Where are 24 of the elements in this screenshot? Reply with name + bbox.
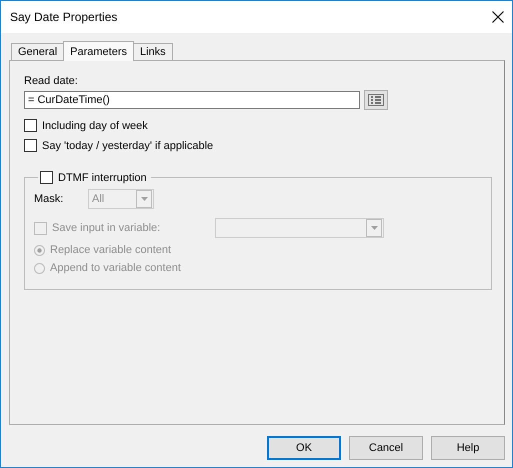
field-label: Read date: (24, 75, 79, 87)
checkbox-label: Say 'today / yesterday' if applicable (42, 140, 214, 152)
caret-icon (140, 197, 148, 201)
tab[interactable]: General (11, 43, 64, 60)
tab[interactable]: Links (133, 43, 173, 60)
checkbox[interactable] (40, 171, 53, 184)
dialog-button[interactable]: OK (267, 436, 341, 460)
checkbox[interactable] (24, 119, 37, 132)
field-label: Mask: (34, 193, 64, 205)
checkbox[interactable] (24, 139, 37, 152)
checkbox-label: Save input in variable: (52, 222, 160, 234)
checkbox-label: Including day of week (42, 120, 148, 132)
list-icon (368, 94, 384, 106)
dialog-button[interactable]: Cancel (349, 436, 423, 460)
picker-button[interactable] (364, 90, 388, 110)
close-icon[interactable] (492, 11, 504, 23)
dialog-button[interactable]: Help (431, 436, 505, 460)
caret-icon (370, 226, 378, 230)
tab[interactable]: Parameters (63, 41, 134, 61)
radio-label: Append to variable content (50, 262, 181, 274)
checkbox-label: DTMF interruption (58, 172, 147, 184)
radio-label: Replace variable content (50, 244, 172, 256)
window-title: Say Date Properties (10, 10, 118, 24)
input-field[interactable]: = CurDateTime() (24, 91, 360, 109)
